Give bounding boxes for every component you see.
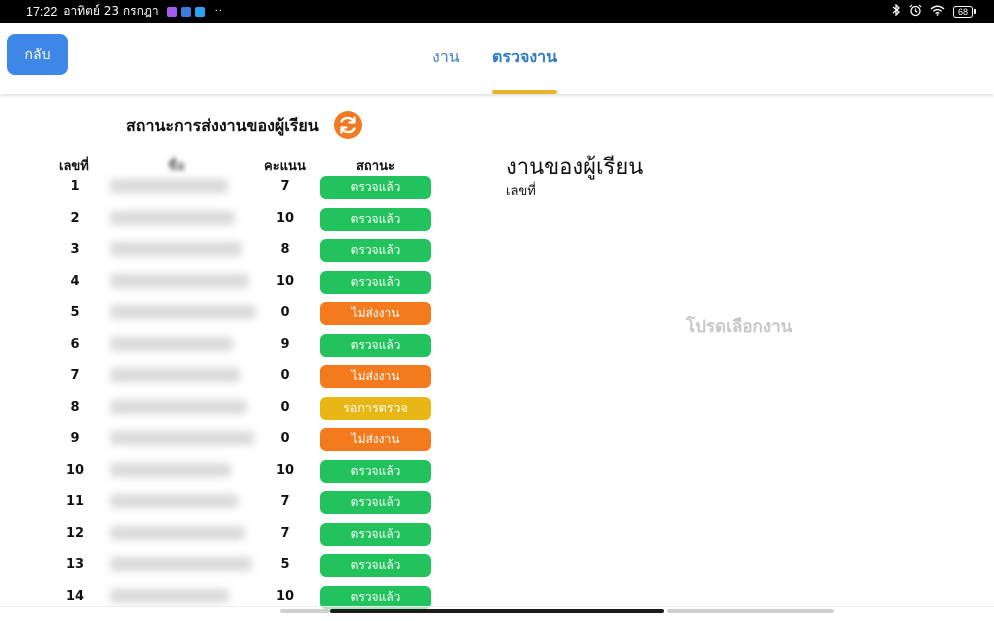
row-number: 6 [70,336,80,352]
back-button[interactable]: กลับ [7,34,68,75]
student-name-redacted [110,494,238,508]
row-number: 7 [70,368,80,383]
status-badge[interactable]: ตรวจแล้ว [320,207,431,231]
table-row[interactable]: 7 0 ไม่ส่งงาน [0,360,460,392]
scroll-track-right [667,609,834,613]
status-date: อาทิตย์ 23 กรกฎา [63,4,159,18]
student-name-redacted [110,557,252,571]
row-number: 14 [65,588,85,604]
row-number: 11 [65,494,85,509]
status-badge[interactable]: ตรวจแล้ว [320,333,431,357]
status-badge[interactable]: ไม่ส่งงาน [320,365,431,388]
app-header: กลับ งาน ตรวจงาน [0,23,994,94]
table-row[interactable]: 2 10 ตรวจแล้ว [0,203,460,235]
row-score: 0 [280,305,290,320]
row-number: 9 [70,431,80,446]
status-badge[interactable]: ไม่ส่งงาน [320,302,431,325]
student-name-redacted [110,242,242,256]
status-badge[interactable]: ตรวจแล้ว [320,491,431,514]
tab-check-work[interactable]: ตรวจงาน [492,45,558,94]
student-number-label: เลขที่ [506,184,536,199]
status-badge[interactable]: ตรวจแล้ว [320,270,431,294]
row-score: 0 [280,368,290,383]
row-score: 10 [275,210,295,226]
status-time: 17:22 [26,4,58,19]
row-number: 1 [70,179,80,194]
student-name-redacted [110,210,235,225]
bluetooth-icon [892,3,901,19]
row-number: 2 [70,210,80,226]
home-indicator[interactable] [330,609,664,613]
student-name-redacted [110,179,228,193]
row-number: 13 [65,557,85,572]
row-score: 10 [275,588,295,604]
row-number: 12 [65,525,85,541]
student-name-redacted [110,368,240,382]
status-badge[interactable]: ตรวจแล้ว [320,176,431,199]
row-number: 3 [70,242,80,257]
tab-work[interactable]: งาน [432,45,460,94]
table-row[interactable]: 10 10 ตรวจแล้ว [0,455,460,487]
table-row[interactable]: 11 7 ตรวจแล้ว [0,486,460,518]
row-number: 5 [70,305,80,320]
scroll-track-left [280,609,330,613]
battery-level: 68 [953,5,973,18]
refresh-icon[interactable] [334,111,362,139]
messenger-icon [166,6,177,17]
student-work-title: งานของผู้เรียน [506,155,644,180]
wifi-icon [930,5,945,19]
table-row[interactable]: 6 9 ตรวจแล้ว [0,329,460,361]
submission-status-title: สถานะการส่งงานของผู้เรียน [126,116,319,135]
table-row[interactable]: 3 8 ตรวจแล้ว [0,234,460,266]
row-score: 7 [280,179,290,194]
cloud-icon [180,6,191,17]
table-row[interactable]: 4 10 ตรวจแล้ว [0,266,460,298]
row-number: 8 [70,399,80,415]
row-number: 4 [70,273,80,289]
status-badge[interactable]: ตรวจแล้ว [320,554,431,577]
row-score: 7 [280,525,290,541]
student-name-redacted [110,399,247,414]
table-row[interactable]: 12 7 ตรวจแล้ว [0,518,460,550]
student-name-redacted [110,431,254,445]
row-score: 10 [275,273,295,289]
table-row[interactable]: 1 7 ตรวจแล้ว [0,171,460,203]
status-badge[interactable]: ตรวจแล้ว [320,522,431,546]
row-score: 10 [275,462,295,478]
status-overflow: ·· [214,6,223,17]
row-score: 0 [280,399,290,415]
battery-icon: 68 [953,5,976,18]
status-badge[interactable]: รอการตรวจ [320,396,431,420]
row-score: 8 [280,242,290,257]
table-row[interactable]: 5 0 ไม่ส่งงาน [0,297,460,329]
table-row[interactable]: 9 0 ไม่ส่งงาน [0,423,460,455]
student-name-redacted [110,588,229,603]
row-number: 10 [65,462,85,478]
student-name-redacted [110,305,256,319]
row-score: 0 [280,431,290,446]
student-name-redacted [110,336,233,351]
student-name-redacted [110,525,245,540]
table-row[interactable]: 8 0 รอการตรวจ [0,392,460,424]
select-work-placeholder: โปรดเลือกงาน [686,317,793,337]
twitter-icon [194,6,205,17]
status-badge[interactable]: ตรวจแล้ว [320,239,431,262]
status-badge[interactable]: ไม่ส่งงาน [320,428,431,451]
row-score: 5 [280,557,290,572]
table-row[interactable]: 13 5 ตรวจแล้ว [0,549,460,581]
student-name-redacted [110,462,231,477]
status-bar: 17:22 อาทิตย์ 23 กรกฎา ·· 68 [0,0,994,23]
row-score: 9 [280,336,290,352]
status-badge[interactable]: ตรวจแล้ว [320,459,431,483]
row-score: 7 [280,494,290,509]
student-name-redacted [110,273,249,288]
alarm-icon [909,4,922,20]
